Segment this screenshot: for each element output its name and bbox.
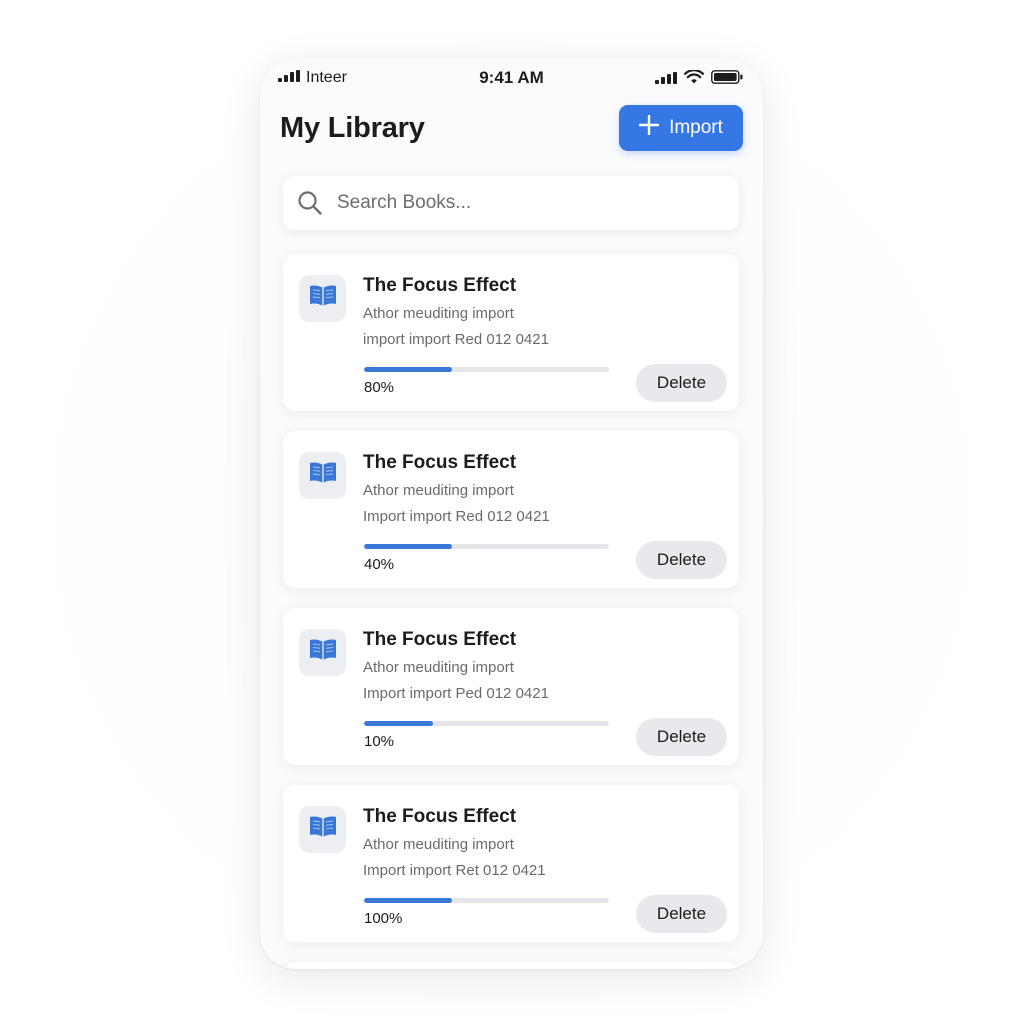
progress-fill <box>364 898 453 903</box>
delete-button[interactable]: Delete <box>636 364 727 402</box>
search-box[interactable] <box>283 176 739 230</box>
status-right <box>655 69 743 89</box>
progress-bar <box>364 898 609 903</box>
search-input[interactable] <box>335 191 719 215</box>
progress-label: 10% <box>364 733 395 750</box>
wifi-icon <box>683 69 705 89</box>
book-title: The Focus Effect <box>363 275 517 296</box>
book-card[interactable]: The Focus Effect Athor meuditing import … <box>283 431 739 588</box>
next-book-card-peek <box>283 962 739 969</box>
book-thumbnail <box>299 275 346 322</box>
delete-button[interactable]: Delete <box>636 718 727 756</box>
book-thumbnail <box>299 629 346 676</box>
progress-bar <box>364 544 609 549</box>
progress-bar <box>364 721 609 726</box>
book-icon <box>308 284 338 313</box>
book-meta-line-2: import import Red 012 0421 <box>363 331 549 348</box>
book-thumbnail <box>299 452 346 499</box>
progress-bar <box>364 367 609 372</box>
progress-label: 100% <box>364 910 403 927</box>
book-icon <box>308 815 338 844</box>
battery-icon <box>711 70 743 89</box>
status-bar: Inteer 9:41 AM <box>260 58 763 100</box>
delete-button[interactable]: Delete <box>636 541 727 579</box>
phone-frame: Inteer 9:41 AM My Library Import Search … <box>260 58 763 969</box>
book-meta-line-2: Import import Ret 012 0421 <box>363 862 546 879</box>
progress-fill <box>364 367 453 372</box>
progress-fill <box>364 544 453 549</box>
import-button[interactable]: Import <box>619 105 743 151</box>
import-button-label: Import <box>669 117 723 138</box>
book-thumbnail <box>299 806 346 853</box>
delete-button[interactable]: Delete <box>636 895 727 933</box>
progress-label: 40% <box>364 556 395 573</box>
signal-icon <box>655 71 677 89</box>
book-icon <box>308 461 338 490</box>
book-meta-line-1: Athor meuditing import <box>363 482 514 499</box>
canvas: Inteer 9:41 AM My Library Import Search … <box>0 0 1024 1024</box>
header: My Library Import <box>280 104 743 152</box>
book-meta-line-1: Athor meuditing import <box>363 836 514 853</box>
book-title: The Focus Effect <box>363 629 517 650</box>
book-meta-line-1: Athor meuditing import <box>363 659 514 676</box>
book-icon <box>308 638 338 667</box>
book-title: The Focus Effect <box>363 452 517 473</box>
book-card[interactable]: The Focus Effect Athor meuditing import … <box>283 254 739 411</box>
book-card[interactable]: The Focus Effect Athor meuditing import … <box>283 608 739 765</box>
status-left: Inteer <box>278 69 347 87</box>
signal-icon <box>278 69 300 87</box>
search-icon <box>297 190 323 216</box>
plus-icon <box>638 114 660 141</box>
book-card[interactable]: The Focus Effect Athor meuditing import … <box>283 785 739 942</box>
progress-label: 80% <box>364 379 395 396</box>
book-meta-line-2: Import import Red 012 0421 <box>363 508 550 525</box>
page-title: My Library <box>280 112 425 144</box>
book-title: The Focus Effect <box>363 806 517 827</box>
book-meta-line-2: Import import Ped 012 0421 <box>363 685 549 702</box>
carrier-name: Inteer <box>306 69 347 86</box>
book-meta-line-1: Athor meuditing import <box>363 305 514 322</box>
progress-fill <box>364 721 433 726</box>
